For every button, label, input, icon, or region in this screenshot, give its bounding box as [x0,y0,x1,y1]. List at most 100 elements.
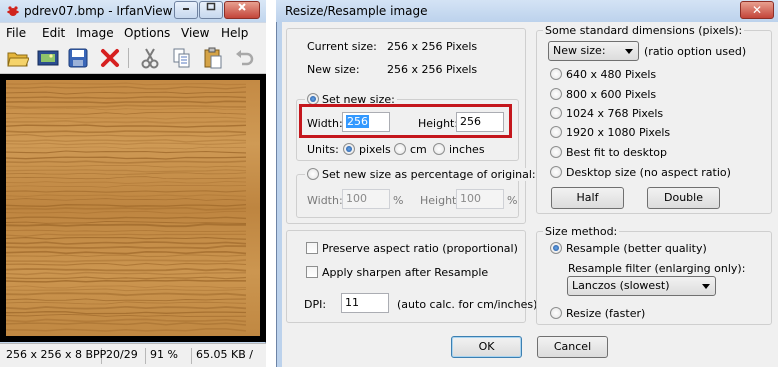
pct-height-input[interactable]: 100 [456,189,504,209]
cancel-label: Cancel [553,340,592,353]
menubar: File Edit Image Options View Help [0,22,266,42]
pct-height-unit: % [507,194,518,207]
irfanview-close-button[interactable] [224,1,260,19]
open-folder-icon [7,52,29,67]
close-icon [238,3,246,11]
std-1920-label: 1920 x 1080 Pixels [566,126,671,139]
save-icon [68,48,88,68]
menu-help[interactable]: Help [221,26,248,40]
dialog-title: Resize/Resample image [285,4,428,18]
image-canvas[interactable] [0,74,266,342]
menu-file[interactable]: File [6,26,26,40]
paste-icon [204,47,222,69]
preserve-aspect-label: Preserve aspect ratio (proportional) [322,242,518,255]
irfanview-window: pdrev07.bmp - IrfanView (... File Edit I… [0,0,266,367]
slideshow-button[interactable] [36,46,60,70]
std-640-label: 640 x 480 Pixels [566,68,657,81]
resize-label: Resize (faster) [566,307,646,320]
current-size-label: Current size: [307,40,377,53]
half-button[interactable]: Half [551,187,624,209]
cancel-button[interactable]: Cancel [537,336,608,358]
maximize-button[interactable] [199,1,223,19]
std-1024-label: 1024 x 768 Pixels [566,107,664,120]
irfanview-app-icon [7,6,19,16]
ok-button[interactable]: OK [451,336,522,358]
new-size-label: New size: [307,63,360,76]
unit-inches-label: inches [449,143,485,156]
unit-inches-radio[interactable] [433,143,445,155]
resample-filter-value: Lanczos (slowest) [572,279,670,292]
dpi-label: DPI: [304,298,327,311]
dpi-input[interactable]: 11 [341,293,389,313]
unit-pixels-radio[interactable] [343,143,355,155]
chevron-down-icon [625,49,633,54]
best-fit-label: Best fit to desktop [566,146,668,159]
preserve-aspect-checkbox[interactable] [306,242,318,254]
std-1024-radio[interactable] [550,107,562,119]
percent-legend: Set new size as percentage of original: [305,168,538,181]
pct-width-label: Width: [307,194,343,207]
dpi-note: (auto calc. for cm/inches) [397,298,538,311]
new-size-combo[interactable]: New size: [548,41,639,61]
double-button[interactable]: Double [647,187,720,209]
current-size-value: 256 x 256 Pixels [387,40,478,53]
std-800-label: 800 x 600 Pixels [566,88,657,101]
status-filesize: 65.05 KB / [196,348,253,361]
menu-view[interactable]: View [181,26,209,40]
dpi-value: 11 [345,296,359,309]
menu-image[interactable]: Image [76,26,114,40]
cut-button[interactable] [138,46,162,70]
undo-icon [236,50,254,66]
irfanview-titlebar[interactable]: pdrev07.bmp - IrfanView (... [0,0,266,22]
cut-icon [141,48,159,69]
status-zoom: 91 % [146,348,192,364]
std-1920-radio[interactable] [550,126,562,138]
resample-label: Resample (better quality) [566,242,707,255]
percent-label: Set new size as percentage of original: [322,168,536,181]
unit-cm-radio[interactable] [394,143,406,155]
double-label: Double [664,191,703,204]
resample-radio[interactable] [550,242,562,254]
percent-radio[interactable] [307,168,319,180]
dialog-titlebar[interactable]: Resize/Resample image ✕ [276,0,778,22]
ratio-note: (ratio option used) [644,45,747,58]
best-fit-radio[interactable] [550,146,562,158]
save-button[interactable] [66,46,90,70]
toolbar [0,42,266,74]
pct-width-value: 100 [346,192,367,205]
std-640-radio[interactable] [550,68,562,80]
menu-edit[interactable]: Edit [42,26,65,40]
pct-width-input[interactable]: 100 [342,189,390,209]
status-dimensions: 256 x 256 x 8 BPP [2,348,106,364]
wood-texture-image [6,80,260,336]
desktop-size-radio[interactable] [550,166,562,178]
maximize-icon [206,2,216,11]
new-size-combo-value: New size: [553,44,606,57]
wood-grain-line [6,100,247,104]
paste-button[interactable] [201,46,225,70]
undo-button[interactable] [232,46,256,70]
menu-options[interactable]: Options [124,26,170,40]
std-800-radio[interactable] [550,88,562,100]
pct-height-value: 100 [460,192,481,205]
copy-button[interactable] [170,46,194,70]
close-icon: ✕ [751,3,763,17]
resample-filter-combo[interactable]: Lanczos (slowest) [567,276,716,296]
minimize-button[interactable] [174,1,198,19]
delete-button[interactable] [98,46,122,70]
toolbar-separator [128,48,129,68]
irfanview-title: pdrev07.bmp - IrfanView (... [24,4,193,18]
statusbar: 256 x 256 x 8 BPP 20/29 91 % 65.05 KB / [0,343,266,367]
pct-width-unit: % [393,194,404,207]
dialog-close-button[interactable]: ✕ [740,1,774,19]
resize-radio[interactable] [550,307,562,319]
unit-cm-label: cm [410,143,427,156]
apply-sharpen-checkbox[interactable] [306,266,318,278]
units-label: Units: [307,143,339,156]
status-index: 20/29 [102,348,146,364]
open-button[interactable] [6,46,30,70]
copy-icon [173,48,190,68]
pct-height-label: Height: [420,194,461,207]
size-method-legend: Size method: [543,225,620,238]
standard-dims-legend: Some standard dimensions (pixels): [543,24,745,37]
